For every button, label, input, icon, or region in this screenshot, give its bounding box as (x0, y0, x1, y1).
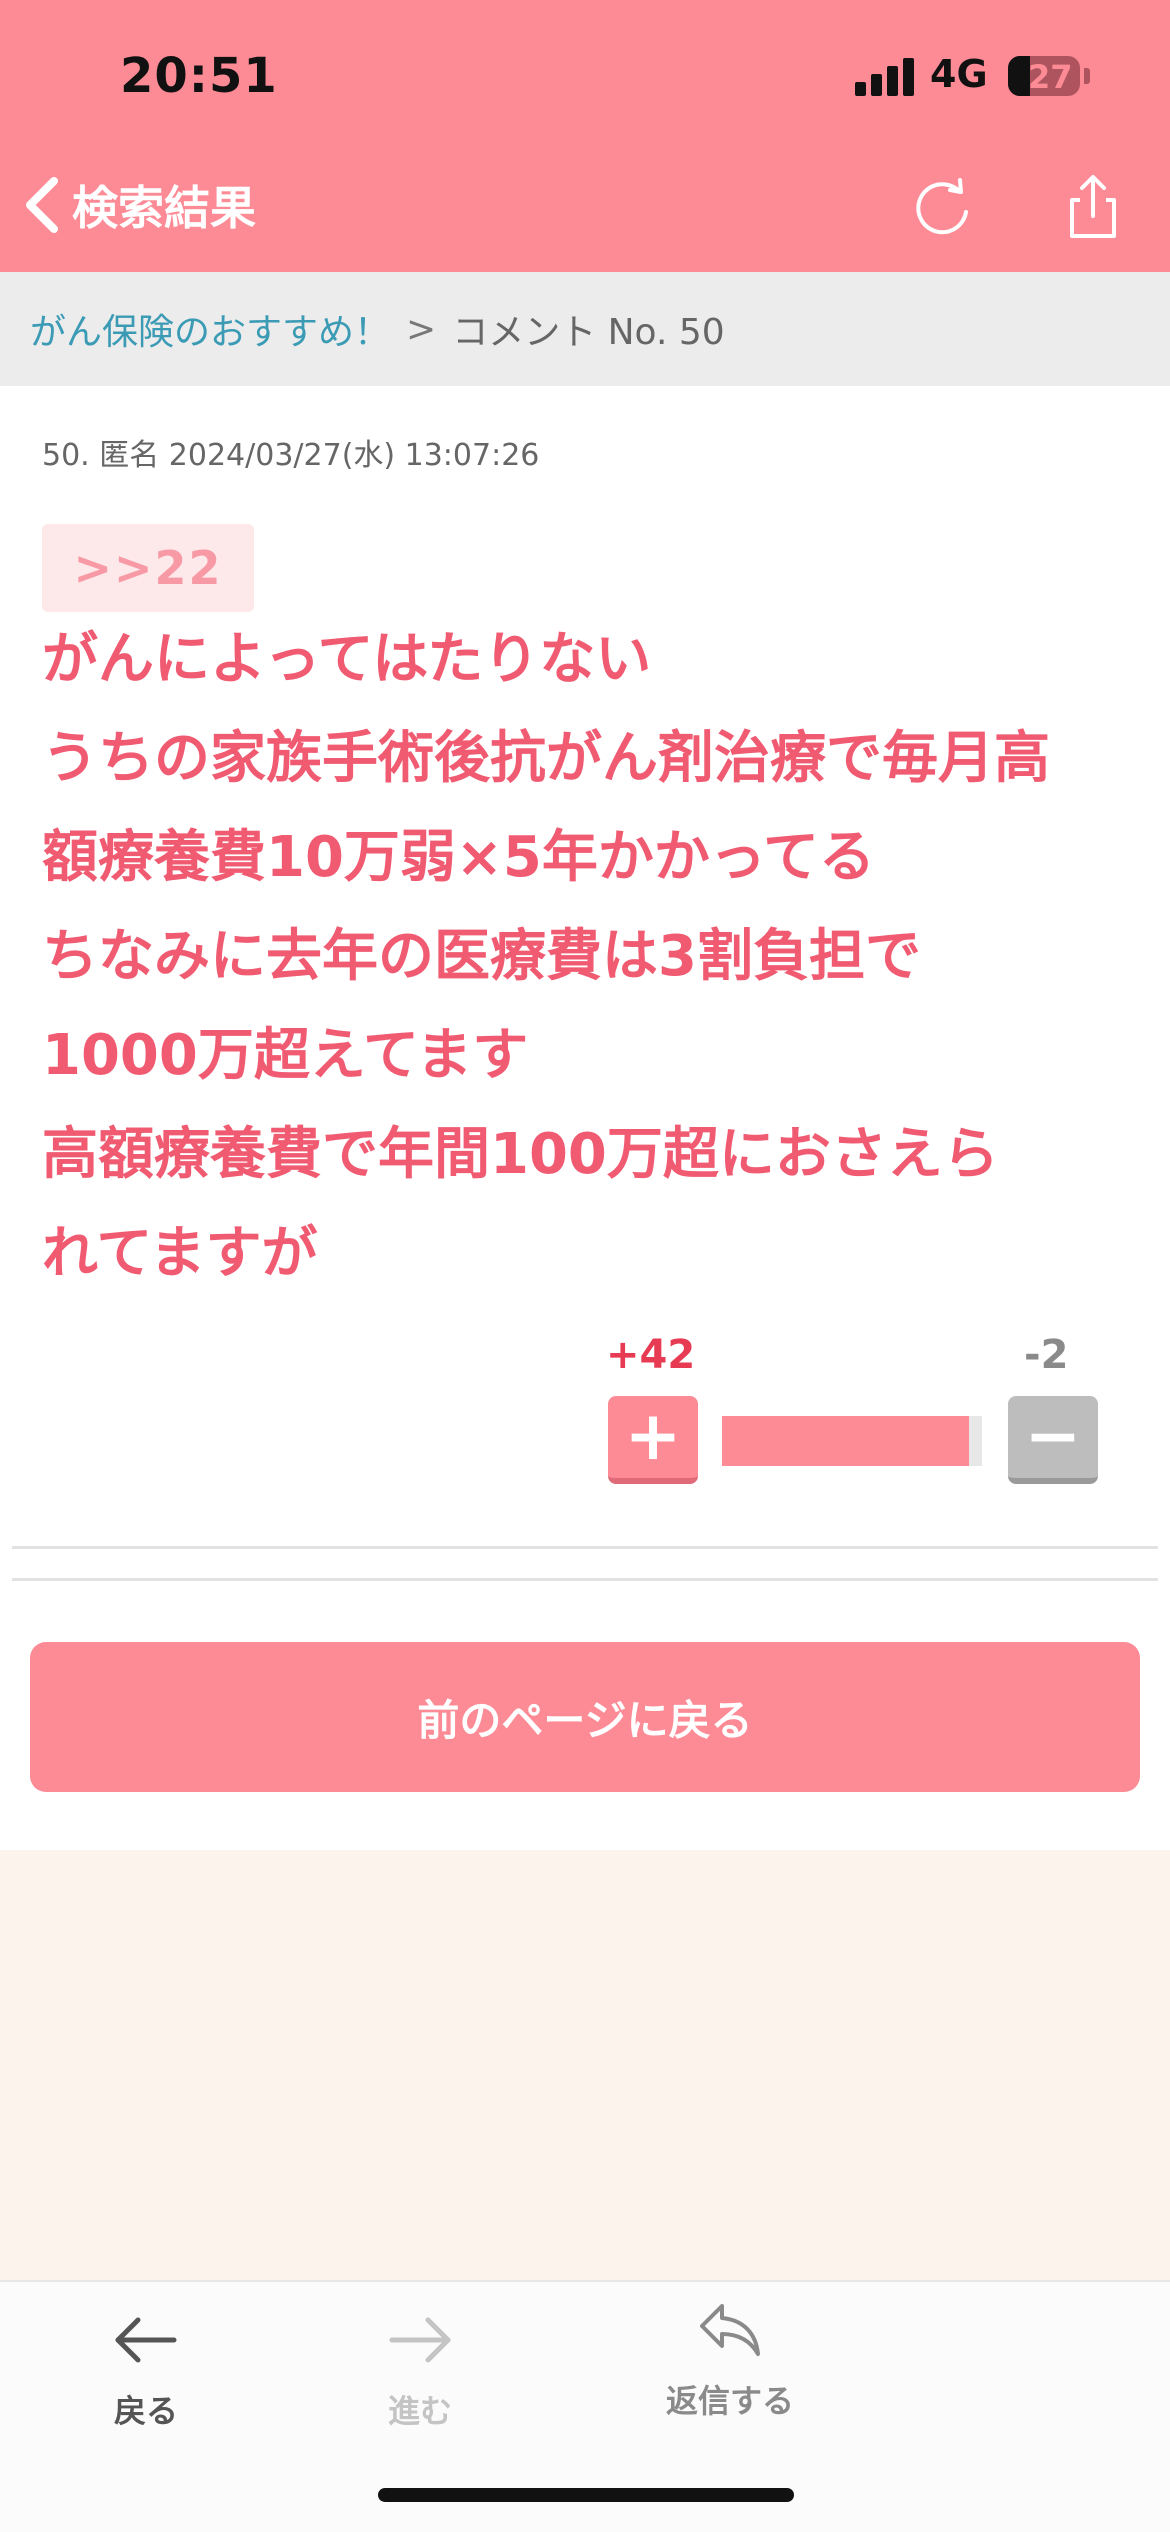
toolbar-reply-button[interactable]: 返信する (630, 2292, 830, 2422)
comment-line: 高額療養費で年間100万超におさえら (42, 1122, 999, 1187)
breadcrumb-current: コメント No. 50 (452, 312, 725, 353)
plus-vote-count: +42 (606, 1332, 696, 1378)
breadcrumb-separator: > (406, 308, 437, 350)
divider (12, 1546, 1158, 1549)
reply-icon (700, 2304, 760, 2356)
breadcrumb-topic-link[interactable]: がん保険のおすすめ！ (30, 303, 390, 355)
toolbar-back-button[interactable]: 戻る (46, 2302, 246, 2432)
comment-line: 1000万超えてます (42, 1023, 529, 1088)
arrow-left-icon (115, 2317, 177, 2363)
home-indicator (378, 2488, 794, 2502)
minus-vote-button[interactable]: − (1008, 1396, 1098, 1484)
comment-line: れてますが (42, 1221, 318, 1286)
divider (12, 1578, 1158, 1581)
toolbar-forward-button[interactable]: 進む (320, 2302, 520, 2432)
back-to-search-button[interactable]: 検索結果 (20, 170, 300, 240)
chevron-left-icon (26, 177, 58, 233)
minus-vote-count: -2 (1024, 1332, 1069, 1378)
vote-ratio-bar (722, 1416, 982, 1466)
comment-meta: 50. 匿名 2024/03/27(水) 13:07:26 (42, 438, 540, 473)
battery-icon: 27 (1008, 56, 1080, 96)
prev-page-button[interactable]: 前のページに戻る (30, 1642, 1140, 1792)
app-screen: 20:51 4G 27 検索結果 がん保険のおすすめ！ > コメント No. 5… (0, 0, 1170, 2532)
breadcrumb: がん保険のおすすめ！ > コメント No. 50 (0, 272, 1170, 386)
reload-icon[interactable] (908, 172, 978, 242)
signal-icon (855, 58, 915, 96)
comment-detail: 50. 匿名 2024/03/27(水) 13:07:26 >>22 がんによっ… (0, 386, 1170, 1850)
comment-line: 額療養費10万弱×5年かかってる (42, 825, 876, 890)
arrow-right-icon (389, 2317, 451, 2363)
share-icon[interactable] (1058, 172, 1128, 242)
status-time: 20:51 (120, 48, 278, 104)
battery-level: 27 (1028, 58, 1073, 96)
comment-line: うちの家族手術後抗がん剤治療で毎月高 (42, 726, 1050, 791)
vote-ratio-fill (722, 1416, 969, 1466)
plus-vote-button[interactable]: + (608, 1396, 698, 1484)
toolbar-forward-label: 進む (387, 2392, 452, 2430)
battery-tip (1084, 68, 1090, 84)
comment-line: がんによってはたりない (42, 627, 652, 692)
comment-body: がんによってはたりない うちの家族手術後抗がん剤治療で毎月高 額療養費10万弱×… (42, 610, 1152, 1303)
toolbar-back-label: 戻る (113, 2392, 178, 2430)
comment-line: ちなみに去年の医療費は3割負担で (42, 924, 921, 989)
reply-anchor-link[interactable]: >>22 (42, 524, 254, 612)
top-bar: 20:51 4G 27 検索結果 (0, 0, 1170, 272)
toolbar-reply-label: 返信する (665, 2382, 794, 2420)
back-label: 検索結果 (72, 181, 256, 235)
network-type: 4G (930, 52, 988, 96)
